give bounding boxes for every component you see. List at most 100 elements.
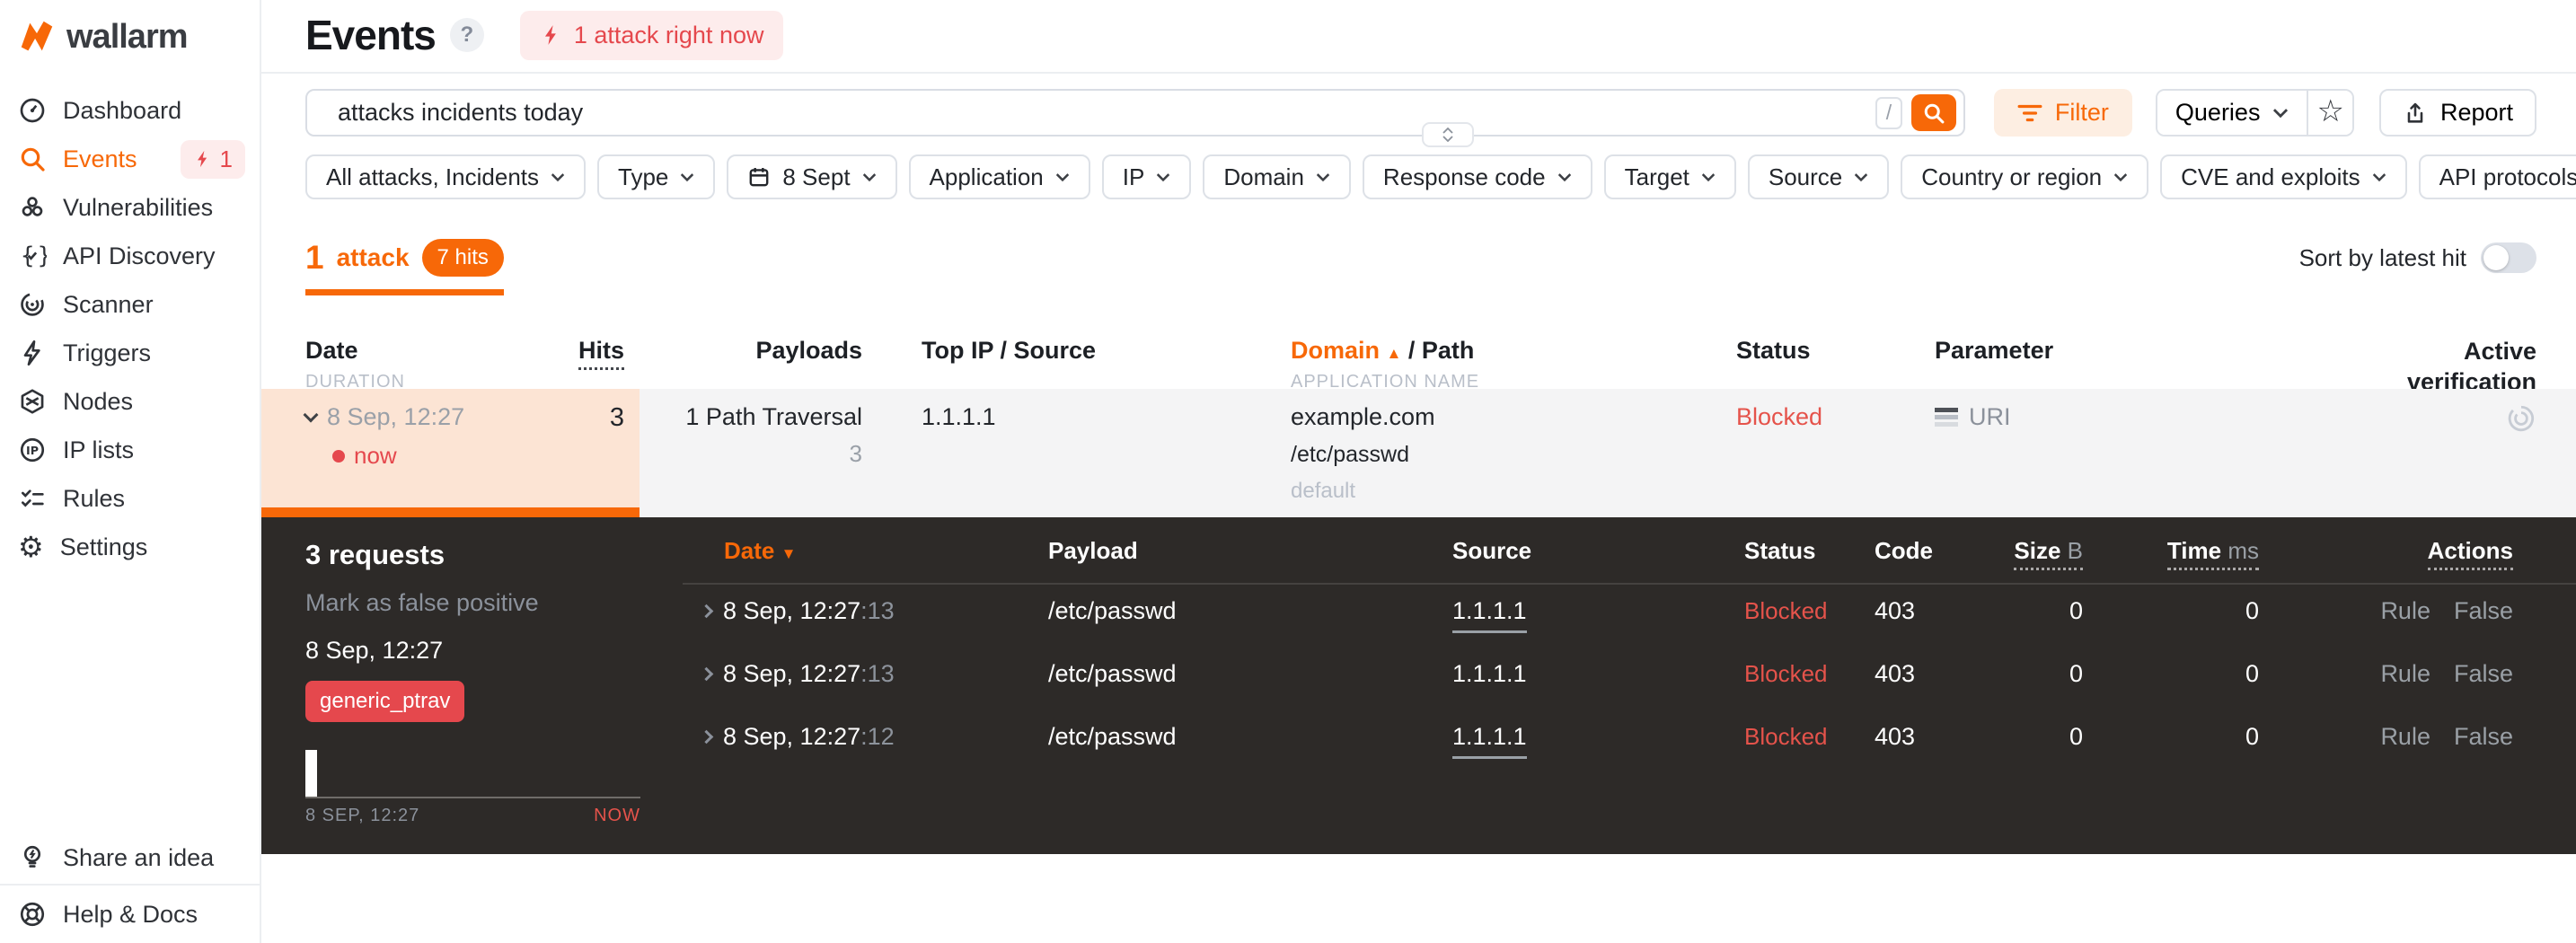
filter-chip[interactable]: 8 Sept: [727, 154, 897, 199]
requests-title: 3 requests: [305, 539, 446, 570]
report-button[interactable]: Report: [2378, 89, 2536, 137]
favorite-star-button[interactable]: ☆: [2308, 91, 2352, 135]
chevron-right-icon[interactable]: [699, 666, 714, 682]
sidebar-item-events[interactable]: Events 1: [0, 135, 260, 183]
request-payload: /etc/passwd: [1048, 723, 1177, 750]
req-col-time[interactable]: Time ms: [2117, 537, 2297, 570]
request-source[interactable]: 1.1.1.1: [1452, 660, 1527, 688]
sidebar-item-nodes[interactable]: Nodes: [0, 377, 260, 426]
filter-chip[interactable]: Domain: [1203, 154, 1351, 199]
col-hits[interactable]: Hits: [578, 337, 624, 370]
request-row[interactable]: 8 Sep, 12:27:12 /etc/passwd 1.1.1.1 Bloc…: [683, 721, 2576, 784]
lifebuoy-icon: [18, 900, 47, 929]
filter-chip[interactable]: Source: [1747, 154, 1890, 199]
sort-control: Sort by latest hit: [2299, 242, 2536, 273]
queries-group: Queries ☆: [2155, 89, 2354, 137]
chevron-down-icon[interactable]: [303, 407, 319, 422]
false-action-link[interactable]: False: [2454, 597, 2513, 624]
chevron-right-icon[interactable]: [699, 729, 714, 745]
attack-row-active-verification[interactable]: [2156, 389, 2576, 517]
filter-chip[interactable]: Type: [597, 154, 716, 199]
filter-chip[interactable]: Application: [908, 154, 1090, 199]
request-source[interactable]: 1.1.1.1: [1452, 597, 1527, 633]
request-histogram: 8 SEP, 12:27 NOW: [305, 750, 640, 826]
events-attack-badge: 1: [180, 139, 245, 179]
chevron-right-icon[interactable]: [699, 604, 714, 619]
req-col-date[interactable]: Date ▼: [683, 537, 1048, 565]
wallarm-logo-text: wallarm: [66, 17, 189, 56]
attack-count-tab[interactable]: 1 attack 7 hits: [305, 239, 504, 295]
requests-rows: 8 Sep, 12:27:13 /etc/passwd 1.1.1.1 Bloc…: [683, 585, 2576, 784]
req-col-code[interactable]: Code: [1857, 537, 2009, 565]
sidebar-item-scanner[interactable]: Scanner: [0, 280, 260, 329]
gear-icon: ⚙: [18, 531, 44, 563]
false-action-link[interactable]: False: [2454, 723, 2513, 750]
attack-row[interactable]: 8 Sep, 12:27 now 3 1 Path Traversal 3 1.…: [261, 389, 2576, 517]
attack-row-status: Blocked: [1736, 403, 1823, 430]
share-idea-button[interactable]: Share an idea: [0, 832, 260, 884]
main-content: Events ? 1 attack right now / Filter: [261, 0, 2576, 943]
req-col-size[interactable]: Size B: [2009, 537, 2117, 570]
filter-button[interactable]: Filter: [1993, 89, 2132, 137]
req-col-source[interactable]: Source: [1452, 537, 1722, 565]
filter-chip[interactable]: All attacks, Incidents: [305, 154, 586, 199]
request-row[interactable]: 8 Sep, 12:27:13 /etc/passwd 1.1.1.1 Bloc…: [683, 658, 2576, 721]
attack-tag-badge[interactable]: generic_ptrav: [305, 681, 465, 722]
wallarm-logo[interactable]: wallarm: [0, 0, 260, 57]
filter-chip[interactable]: Target: [1603, 154, 1736, 199]
attack-alert-badge[interactable]: 1 attack right now: [519, 10, 784, 60]
filter-chip[interactable]: IP: [1101, 154, 1192, 199]
rule-action-link[interactable]: Rule: [2380, 597, 2430, 624]
rule-action-link[interactable]: Rule: [2380, 723, 2430, 750]
request-code: 403: [1875, 660, 1916, 687]
request-status: Blocked: [1744, 660, 1828, 687]
queries-button[interactable]: Queries: [2157, 91, 2309, 135]
search-input[interactable]: [338, 99, 1875, 127]
sidebar-item-ip-lists[interactable]: IP IP lists: [0, 426, 260, 474]
sidebar-item-dashboard[interactable]: Dashboard: [0, 86, 260, 135]
req-col-payload[interactable]: Payload: [1048, 537, 1452, 565]
filter-chip[interactable]: API protocols: [2418, 154, 2576, 199]
requests-table: Date ▼ Payload Source Status Code Size B…: [683, 517, 2576, 854]
sidebar-item-vulnerabilities[interactable]: Vulnerabilities: [0, 183, 260, 232]
radar-icon: [18, 290, 47, 319]
sort-toggle[interactable]: [2481, 242, 2536, 273]
col-date[interactable]: Date: [305, 337, 405, 365]
braces-check-icon: {}: [18, 242, 47, 270]
filter-chip[interactable]: CVE and exploits: [2160, 154, 2407, 199]
chevron-down-icon: [1701, 172, 1716, 181]
attack-row-top-ip[interactable]: 1.1.1.1: [862, 389, 1291, 517]
sidebar-item-rules[interactable]: Rules: [0, 474, 260, 523]
sidebar-item-triggers[interactable]: Triggers: [0, 329, 260, 377]
biohazard-icon: [18, 193, 47, 222]
sidebar-item-settings[interactable]: ⚙ Settings: [0, 523, 260, 571]
search-button[interactable]: [1910, 94, 1956, 131]
chevron-down-icon: [1855, 172, 1868, 181]
help-icon[interactable]: ?: [449, 18, 484, 52]
req-col-status[interactable]: Status: [1722, 537, 1857, 565]
help-docs-button[interactable]: Help & Docs: [0, 886, 260, 943]
calendar-icon: [747, 165, 771, 189]
false-action-link[interactable]: False: [2454, 660, 2513, 687]
attack-row-parameter: URI: [1935, 389, 2156, 517]
sidebar-item-api-discovery[interactable]: {} API Discovery: [0, 232, 260, 280]
chevron-down-icon: [1557, 172, 1571, 181]
request-time: 0: [2245, 660, 2259, 687]
mark-false-positive-link[interactable]: Mark as false positive: [305, 589, 683, 617]
filter-chip[interactable]: Response code: [1362, 154, 1592, 199]
histogram-bar: [305, 750, 317, 797]
request-row[interactable]: 8 Sep, 12:27:13 /etc/passwd 1.1.1.1 Bloc…: [683, 595, 2576, 658]
filter-chip[interactable]: Country or region: [1901, 154, 2149, 199]
request-detail-panel: 3 requests Mark as false positive 8 Sep,…: [261, 517, 2576, 854]
request-source[interactable]: 1.1.1.1: [1452, 723, 1527, 759]
app-root: wallarm Dashboard Events 1 Vulnerabiliti…: [0, 0, 2576, 943]
sort-desc-icon: ▼: [781, 545, 797, 562]
checklist-icon: [18, 484, 47, 513]
req-col-actions[interactable]: Actions: [2297, 537, 2536, 570]
attack-row-date-cell[interactable]: 8 Sep, 12:27 now 3: [261, 389, 640, 517]
request-status: Blocked: [1744, 723, 1828, 750]
collapse-search-handle[interactable]: [1422, 122, 1474, 147]
rule-action-link[interactable]: Rule: [2380, 660, 2430, 687]
sort-asc-icon: ▲: [1386, 345, 1402, 362]
sidebar-nav: Dashboard Events 1 Vulnerabilities {} AP…: [0, 86, 260, 571]
